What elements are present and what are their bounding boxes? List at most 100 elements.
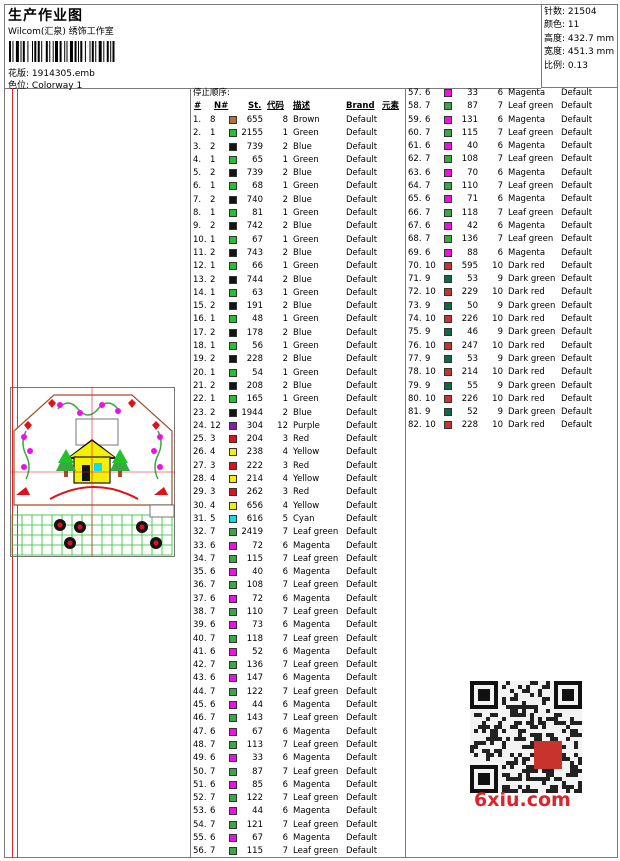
color-swatch (444, 394, 452, 403)
cell-needle: 1 (210, 314, 216, 325)
section-title: 停止顺序: (193, 88, 230, 98)
cell-needle: 7 (210, 553, 216, 564)
cell-num: 21. (193, 380, 207, 391)
header-desc: 描述 (293, 101, 311, 112)
cell-desc: Dark green (508, 380, 556, 391)
cell-desc: Magenta (293, 567, 331, 578)
cell-code: 1 (282, 261, 288, 272)
cell-desc: Dark red (508, 367, 545, 378)
color-swatch (229, 847, 237, 856)
cell-desc: Leaf green (293, 793, 339, 804)
cell-stitches: 143 (246, 713, 263, 724)
cell-needle: 7 (210, 527, 216, 538)
cell-stitches: 204 (246, 434, 263, 445)
cell-brand: Default (561, 327, 593, 338)
cell-stitches: 121 (246, 819, 263, 830)
cell-needle: 9 (425, 380, 431, 391)
cell-stitches: 115 (461, 127, 478, 138)
cell-desc: Magenta (293, 700, 331, 711)
cell-stitches: 2155 (241, 128, 263, 139)
color-swatch (444, 195, 452, 204)
cell-stitches: 744 (246, 274, 263, 285)
cell-desc: Green (293, 394, 319, 405)
cell-desc: Dark red (508, 260, 545, 271)
cell-num: 58. (408, 101, 422, 112)
cell-code: 6 (282, 620, 288, 631)
cell-num: 3. (193, 141, 202, 152)
cell-stitches: 70 (467, 167, 478, 178)
cell-desc: Dark red (508, 287, 545, 298)
cell-needle: 2 (210, 354, 216, 365)
cell-brand: Default (346, 686, 378, 697)
cell-desc: Magenta (293, 753, 331, 764)
cell-desc: Magenta (293, 593, 331, 604)
cell-desc: Red (293, 460, 310, 471)
cell-stitches: 228 (246, 354, 263, 365)
cell-desc: Dark red (508, 420, 545, 431)
cell-num: 60. (408, 127, 422, 138)
cell-needle: 2 (210, 327, 216, 338)
color-swatch (444, 275, 452, 284)
cell-brand: Default (346, 673, 378, 684)
cell-stitches: 208 (246, 380, 263, 391)
color-swatch (229, 155, 237, 164)
cell-desc: Leaf green (293, 713, 339, 724)
cell-stitches: 226 (461, 314, 478, 325)
cell-desc: Dark green (508, 327, 556, 338)
color-swatch (229, 182, 237, 191)
scale-value: 0.13 (567, 60, 588, 71)
cell-num: 25. (193, 434, 207, 445)
cell-code: 1 (282, 314, 288, 325)
cell-brand: Default (346, 580, 378, 591)
colorway-line: 色位: Colorway 1 (8, 78, 82, 91)
cell-stitches: 115 (246, 553, 263, 564)
cell-needle: 2 (210, 301, 216, 312)
cell-stitches: 110 (461, 181, 478, 192)
cell-code: 2 (282, 247, 288, 258)
color-swatch (229, 834, 237, 843)
cell-code: 7 (497, 127, 503, 138)
cell-num: 27. (193, 460, 207, 471)
cell-needle: 6 (210, 567, 216, 578)
width-value: 451.3 mm (567, 47, 615, 58)
cell-brand: Default (346, 500, 378, 511)
header-brand: Brand (346, 101, 375, 112)
cell-needle: 1 (210, 341, 216, 352)
cell-stitches: 88 (467, 247, 478, 258)
cell-desc: Magenta (293, 779, 331, 790)
cell-needle: 6 (210, 646, 216, 657)
cell-num: 55. (193, 833, 207, 844)
cell-stitches: 740 (246, 194, 263, 205)
barcode (9, 41, 115, 62)
cell-num: 67. (408, 220, 422, 231)
color-swatch (229, 607, 237, 616)
cell-stitches: 226 (461, 393, 478, 404)
cell-brand: Default (346, 380, 378, 391)
color-swatch (229, 701, 237, 710)
cell-code: 10 (492, 367, 503, 378)
cell-needle: 6 (425, 88, 431, 98)
sign-panel (75, 418, 119, 446)
color-swatch (229, 288, 237, 297)
color-swatch (229, 275, 237, 284)
cell-num: 34. (193, 553, 207, 564)
cell-brand: Default (346, 327, 378, 338)
cell-num: 10. (193, 234, 207, 245)
color-swatch (229, 568, 237, 577)
cell-code: 7 (282, 793, 288, 804)
color-swatch (229, 767, 237, 776)
cell-num: 31. (193, 513, 207, 524)
cell-stitches: 85 (252, 779, 263, 790)
embroidery-preview (10, 387, 175, 557)
cell-stitches: 147 (246, 673, 263, 684)
color-swatch (229, 740, 237, 749)
cell-code: 4 (282, 474, 288, 485)
cell-desc: Magenta (508, 141, 546, 152)
cell-stitches: 136 (246, 660, 263, 671)
cell-code: 2 (282, 380, 288, 391)
cell-stitches: 67 (252, 833, 263, 844)
cell-brand: Default (346, 593, 378, 604)
color-swatch (229, 594, 237, 603)
color-swatch (444, 208, 452, 217)
cell-code: 3 (282, 434, 288, 445)
